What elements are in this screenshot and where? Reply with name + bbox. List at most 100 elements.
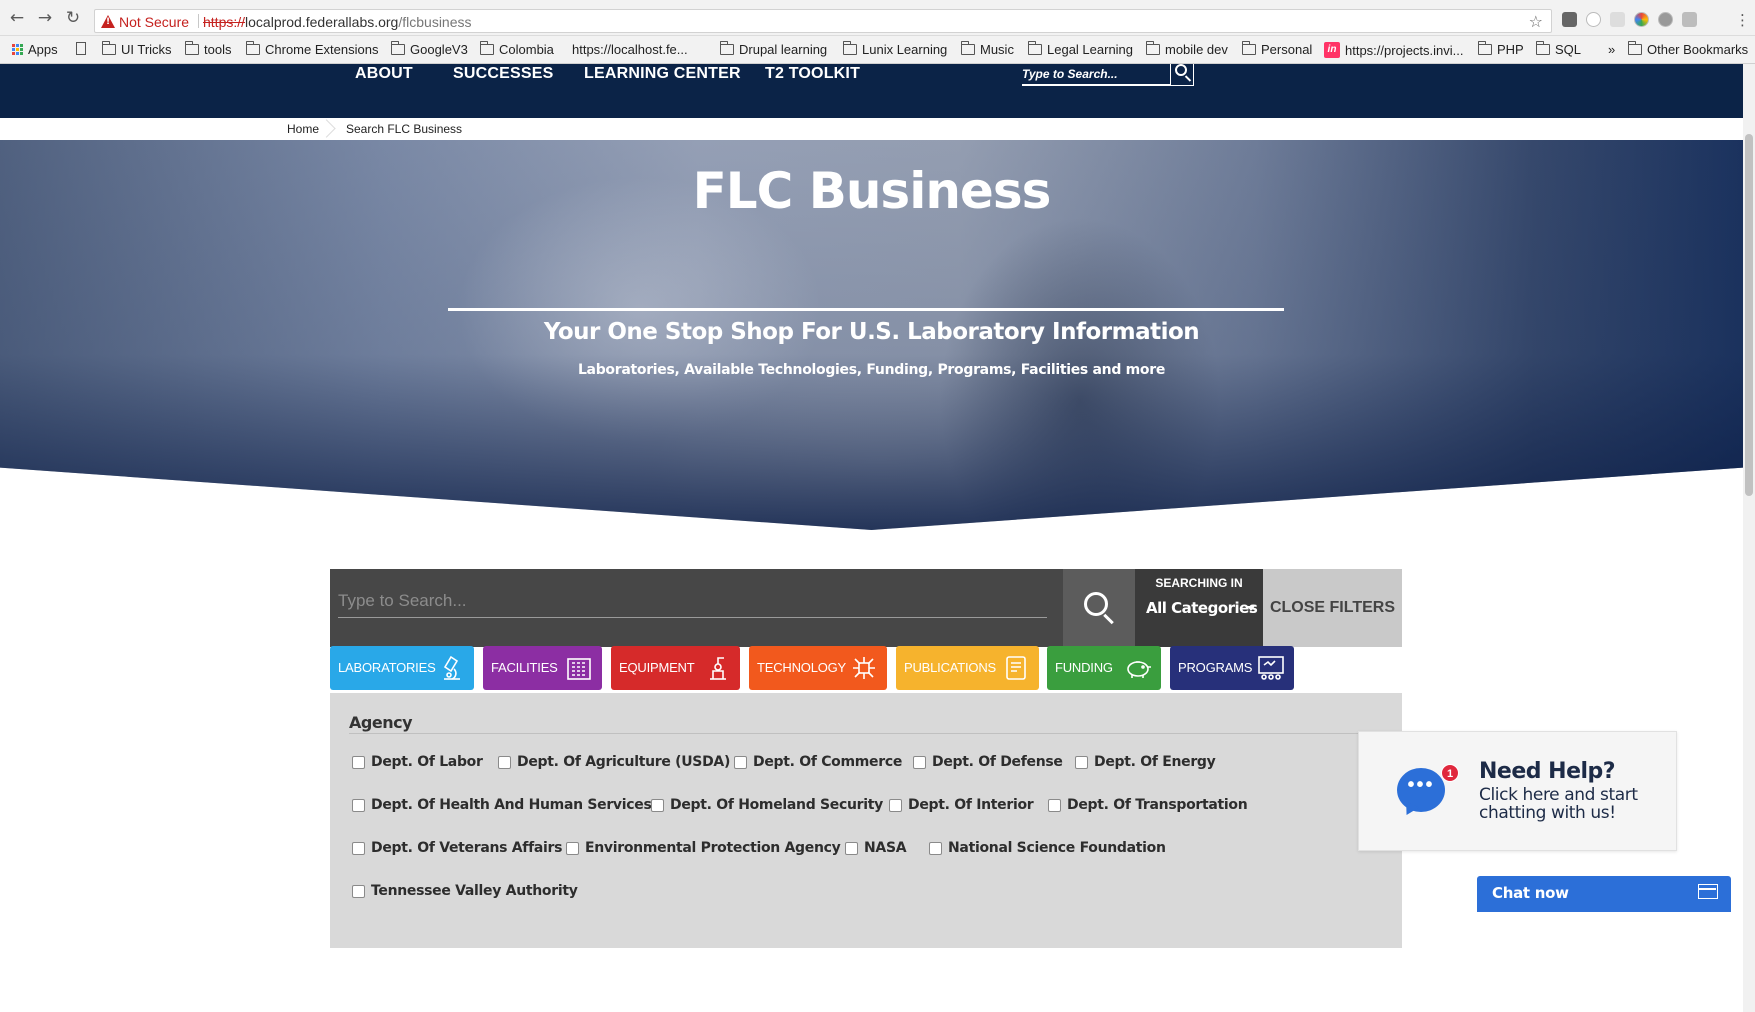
document-icon bbox=[1006, 656, 1026, 680]
nav-search-field bbox=[1022, 64, 1170, 86]
tile-facilities[interactable]: FACILITIES bbox=[483, 646, 602, 690]
browser-menu-icon[interactable]: ⋮ bbox=[1735, 11, 1750, 29]
g-extension-icon[interactable] bbox=[1682, 12, 1697, 27]
color-extension-icon[interactable] bbox=[1634, 12, 1649, 27]
tile-programs[interactable]: PROGRAMS bbox=[1170, 646, 1294, 690]
agency-option[interactable]: Dept. Of Agriculture (USDA) bbox=[498, 754, 730, 770]
extension-icons bbox=[1562, 12, 1697, 27]
bookmark-folder[interactable]: Drupal learning bbox=[720, 41, 827, 57]
bookmark-folder[interactable]: GoogleV3 bbox=[391, 41, 468, 57]
folder-icon bbox=[102, 41, 116, 55]
agency-option[interactable]: Dept. Of Labor bbox=[352, 754, 483, 770]
checkbox[interactable] bbox=[352, 755, 365, 769]
agency-label: Dept. Of Labor bbox=[371, 754, 483, 770]
bookmark-folder[interactable]: Legal Learning bbox=[1028, 41, 1133, 57]
address-bar[interactable]: Not Secure https://localprod.federallabs… bbox=[94, 9, 1552, 33]
pen-extension-icon[interactable] bbox=[1562, 12, 1577, 27]
bookmark-star-icon[interactable]: ☆ bbox=[1529, 12, 1543, 31]
agency-option[interactable]: Tennessee Valley Authority bbox=[352, 883, 578, 899]
filter-title: Agency bbox=[349, 713, 413, 732]
nav-t2-toolkit[interactable]: T2 TOOLKIT bbox=[765, 65, 860, 83]
page-scrollbar[interactable] bbox=[1743, 64, 1755, 1012]
circle-extension-icon[interactable] bbox=[1586, 12, 1601, 27]
bookmark-folder[interactable]: Colombia bbox=[480, 41, 554, 57]
chat-now-button[interactable]: Chat now bbox=[1477, 876, 1731, 912]
tile-technology[interactable]: TECHNOLOGY bbox=[749, 646, 887, 690]
checkbox[interactable] bbox=[913, 755, 926, 769]
reload-icon[interactable]: ↻ bbox=[64, 9, 82, 27]
bookmarks-overflow[interactable]: » bbox=[1608, 42, 1615, 57]
bookmark-label: Apps bbox=[28, 42, 58, 57]
url-text[interactable]: https://localprod.federallabs.org/flcbus… bbox=[203, 14, 472, 30]
bookmark-folder[interactable]: SQL bbox=[1536, 41, 1582, 57]
forward-icon[interactable]: → bbox=[36, 9, 54, 27]
bookmark-label: mobile dev bbox=[1165, 42, 1228, 57]
nav-search-button[interactable] bbox=[1170, 64, 1194, 86]
close-filters-button[interactable]: CLOSE FILTERS bbox=[1263, 569, 1402, 647]
bookmark-folder[interactable]: UI Tricks bbox=[102, 41, 172, 57]
bookmark-folder[interactable]: Personal bbox=[1242, 41, 1312, 57]
breadcrumb-home[interactable]: Home bbox=[287, 122, 319, 136]
gear-extension-icon[interactable] bbox=[1658, 12, 1673, 27]
checkbox[interactable] bbox=[929, 841, 942, 855]
checkbox[interactable] bbox=[498, 755, 511, 769]
tile-laboratories[interactable]: LABORATORIES bbox=[330, 646, 474, 690]
checkbox[interactable] bbox=[352, 841, 365, 855]
agency-option[interactable]: Dept. Of Homeland Security bbox=[651, 797, 883, 813]
bookmark-folder[interactable]: Lunix Learning bbox=[843, 41, 948, 57]
checkbox[interactable] bbox=[566, 841, 579, 855]
security-label[interactable]: Not Secure bbox=[119, 14, 189, 30]
agency-option[interactable]: NASA bbox=[845, 840, 907, 856]
help-text: Click here and start chatting with us! bbox=[1479, 785, 1638, 823]
tile-equipment[interactable]: EQUIPMENT bbox=[611, 646, 740, 690]
agency-option[interactable]: Dept. Of Interior bbox=[889, 797, 1034, 813]
tile-funding[interactable]: FUNDING bbox=[1047, 646, 1161, 690]
checkbox[interactable] bbox=[352, 884, 365, 898]
checkbox[interactable] bbox=[1075, 755, 1088, 769]
search-button[interactable] bbox=[1063, 569, 1135, 647]
agency-option[interactable]: Dept. Of Health And Human Services bbox=[352, 797, 652, 813]
checkbox[interactable] bbox=[734, 755, 747, 769]
agency-label: Dept. Of Commerce bbox=[753, 754, 903, 770]
checkbox[interactable] bbox=[352, 798, 365, 812]
nav-learning-center[interactable]: LEARNING CENTER bbox=[584, 65, 741, 83]
help-card[interactable]: ••• 1 Need Help? Click here and start ch… bbox=[1358, 731, 1677, 851]
nav-about[interactable]: ABOUT bbox=[355, 65, 413, 83]
bookmark-label: Lunix Learning bbox=[862, 42, 948, 57]
agency-option[interactable]: Dept. Of Energy bbox=[1075, 754, 1216, 770]
agency-label: NASA bbox=[864, 840, 907, 856]
bookmark-link[interactable]: https://localhost.fe... bbox=[572, 42, 688, 57]
scrollbar-thumb[interactable] bbox=[1745, 134, 1753, 496]
checkbox[interactable] bbox=[651, 798, 664, 812]
agency-option[interactable]: Environmental Protection Agency bbox=[566, 840, 841, 856]
checkbox[interactable] bbox=[845, 841, 858, 855]
agency-option[interactable]: Dept. Of Commerce bbox=[734, 754, 902, 770]
equipment-icon bbox=[710, 657, 726, 680]
hero-subtitle: Your One Stop Shop For U.S. Laboratory I… bbox=[543, 319, 1200, 345]
bookmark-folder[interactable]: Other Bookmarks bbox=[1628, 41, 1748, 57]
agency-option[interactable]: Dept. Of Veterans Affairs bbox=[352, 840, 562, 856]
search-input[interactable] bbox=[338, 584, 1047, 618]
nav-search-input[interactable] bbox=[1022, 64, 1170, 84]
grid-extension-icon[interactable] bbox=[1610, 12, 1625, 27]
bookmark-apps[interactable]: Apps bbox=[12, 42, 58, 57]
tile-publications[interactable]: PUBLICATIONS bbox=[896, 646, 1039, 690]
agency-option[interactable]: National Science Foundation bbox=[929, 840, 1166, 856]
agency-option[interactable]: Dept. Of Transportation bbox=[1048, 797, 1248, 813]
category-select[interactable]: SEARCHING IN All Categories bbox=[1135, 569, 1263, 647]
building-icon bbox=[567, 658, 591, 680]
bookmark-link[interactable]: in https://projects.invi... bbox=[1324, 42, 1464, 58]
bookmark-folder[interactable]: mobile dev bbox=[1146, 41, 1228, 57]
back-icon[interactable]: ← bbox=[8, 9, 26, 27]
bookmark-folder[interactable]: PHP bbox=[1478, 41, 1524, 57]
bookmark-label: SQL bbox=[1555, 42, 1582, 57]
agency-option[interactable]: Dept. Of Defense bbox=[913, 754, 1063, 770]
checkbox[interactable] bbox=[889, 798, 902, 812]
agency-label: Dept. Of Health And Human Services bbox=[371, 797, 652, 813]
checkbox[interactable] bbox=[1048, 798, 1061, 812]
bookmark-page[interactable] bbox=[76, 42, 86, 55]
bookmark-folder[interactable]: Chrome Extensions bbox=[246, 41, 378, 57]
bookmark-folder[interactable]: tools bbox=[185, 41, 231, 57]
bookmark-folder[interactable]: Music bbox=[961, 41, 1014, 57]
nav-successes[interactable]: SUCCESSES bbox=[453, 65, 554, 83]
